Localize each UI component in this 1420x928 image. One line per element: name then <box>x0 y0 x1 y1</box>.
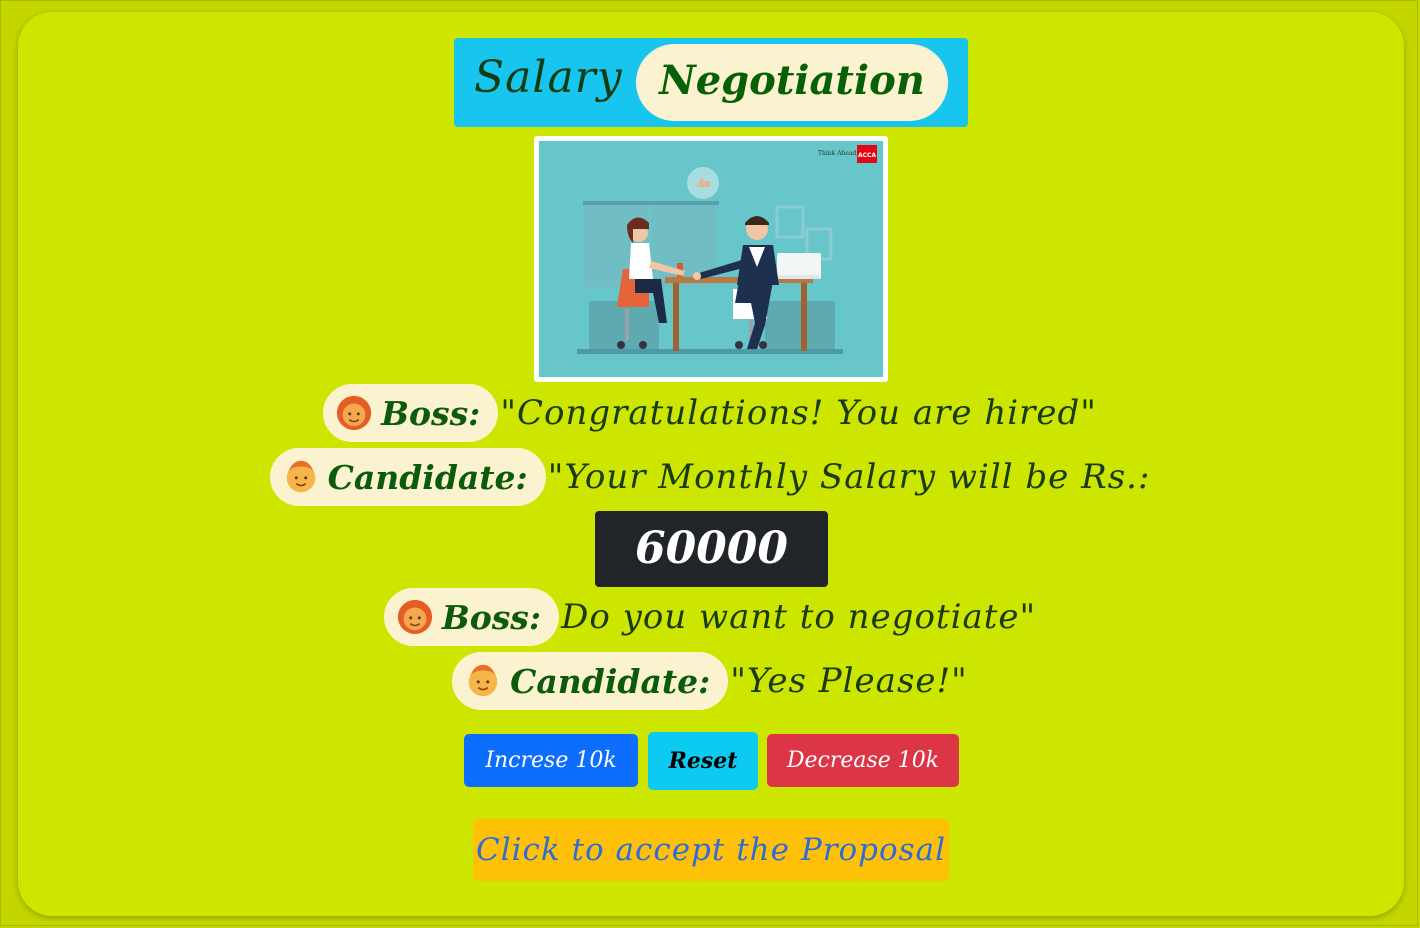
speaker-label: Boss: <box>441 598 542 637</box>
title-plain-text: Salary <box>474 52 623 103</box>
speaker-badge-boss: Boss: <box>323 384 499 442</box>
man-face-icon <box>286 460 315 493</box>
page-title: Salary Negotiation <box>454 38 968 127</box>
dialogue-line-4: Candidate: "Yes Please!" <box>0 652 1420 710</box>
speaker-badge-candidate: Candidate: <box>452 652 729 710</box>
decrease-10k-button[interactable]: Decrease 10k <box>767 734 959 787</box>
dialogue-line-3: Boss: Do you want to negotiate" <box>0 588 1420 646</box>
speaker-label: Candidate: <box>327 458 528 497</box>
speaker-label: Boss: <box>381 394 481 433</box>
dialogue-text: Do you want to negotiate" <box>561 597 1037 637</box>
title-emphasis-text: Negotiation <box>659 57 925 104</box>
reset-button[interactable]: Reset <box>648 732 758 790</box>
speaker-badge-boss: Boss: <box>383 588 560 646</box>
title-emphasis-pill: Negotiation <box>636 44 948 121</box>
dialogue-text: "Yes Please!" <box>730 661 968 701</box>
dialogue-text: "Your Monthly Salary will be Rs.: <box>547 457 1151 497</box>
dialogue-line-1: Boss: "Congratulations! You are hired" <box>0 384 1420 442</box>
dialogue-line-2: Candidate: "Your Monthly Salary will be … <box>0 448 1420 506</box>
speaker-label: Candidate: <box>510 662 711 701</box>
man-face-icon <box>468 664 498 697</box>
acca-logo-text: ACCA <box>858 152 876 159</box>
woman-face-icon <box>337 395 372 431</box>
dialogue-text: "Congratulations! You are hired" <box>500 393 1097 433</box>
office-handshake-illustration: Think Ahead ACCA <box>534 136 888 382</box>
speaker-badge-candidate: Candidate: <box>269 448 546 506</box>
accept-proposal-button[interactable]: Click to accept the Proposal <box>473 819 949 881</box>
increase-10k-button[interactable]: Increse 10k <box>464 734 638 787</box>
illustration-graphic: Think Ahead ACCA <box>539 141 883 377</box>
woman-face-icon <box>397 599 432 635</box>
brand-tagline: Think Ahead <box>818 150 857 157</box>
salary-value: 60000 <box>595 511 828 587</box>
